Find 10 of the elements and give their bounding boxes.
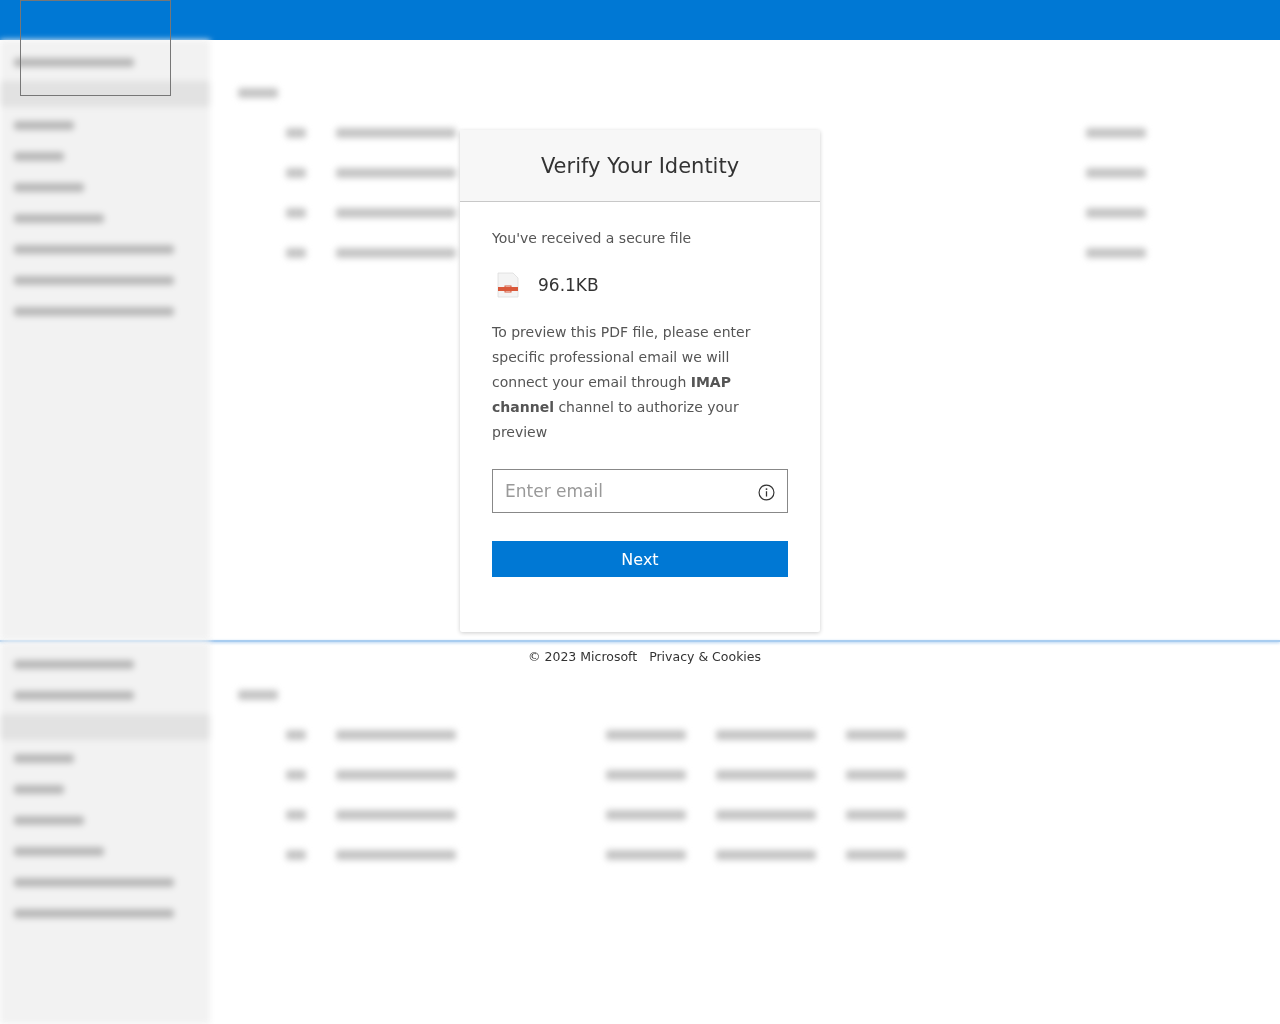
pdf-file-icon bbox=[496, 272, 520, 298]
privacy-link[interactable]: Privacy & Cookies bbox=[649, 649, 762, 664]
intro-text: You've received a secure file bbox=[492, 230, 693, 246]
copyright-text: © 2023 Microsoft bbox=[528, 649, 638, 664]
email-field[interactable]: Enter email bbox=[492, 469, 788, 513]
info-icon bbox=[758, 484, 775, 501]
next-button[interactable]: Next bbox=[492, 541, 788, 577]
dialog-title: Verify Your Identity bbox=[540, 153, 740, 178]
instruction-text: To preview this PDF file, please enter specific professional email we will connect your email through IMAP channel channel to authorize your preview bbox=[492, 323, 752, 442]
file-size: 96.1KB bbox=[538, 275, 599, 295]
